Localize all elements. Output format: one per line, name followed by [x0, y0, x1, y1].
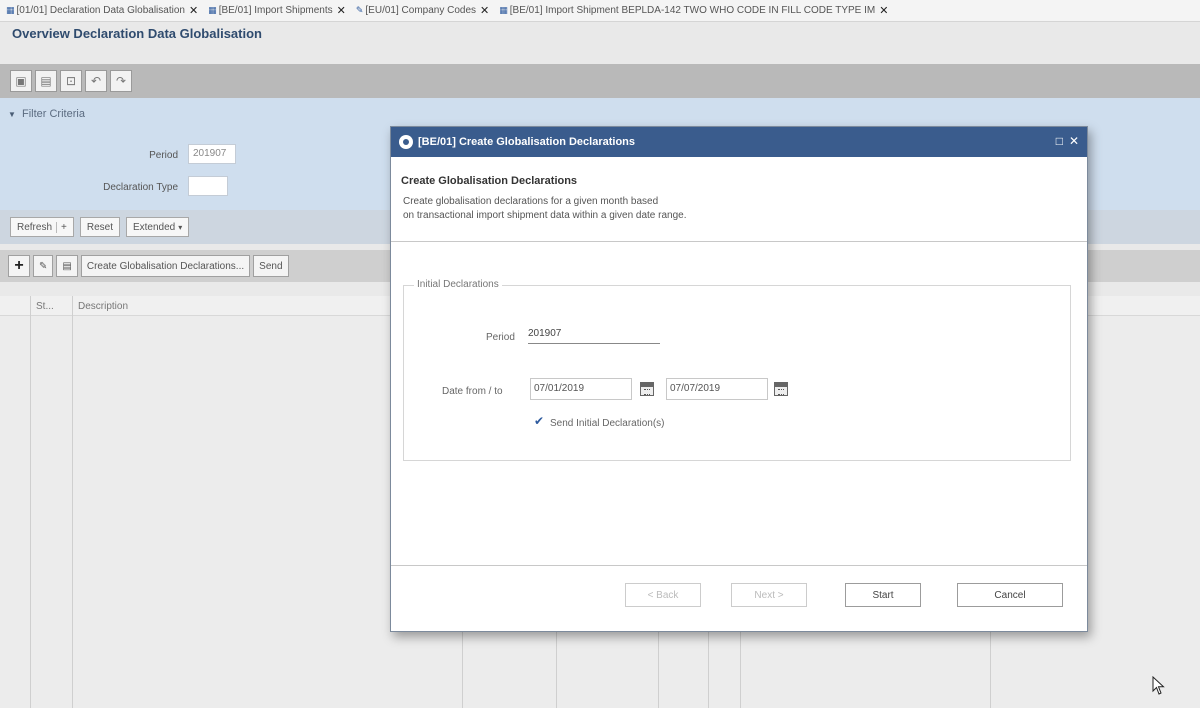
main-toolbar: ▣ ▤ ⊡ ↶ ↷ [0, 64, 1200, 98]
date-to-input[interactable]: 07/07/2019 [666, 378, 768, 400]
dialog-description-line: Create globalisation declarations for a … [403, 196, 659, 207]
back-button[interactable]: < Back [625, 583, 701, 607]
save-icon[interactable]: ▣ [10, 70, 32, 92]
create-globalisation-declarations-dialog: [BE/01] Create Globalisation Declaration… [390, 126, 1088, 632]
chevron-down-icon: ▾ [178, 222, 183, 232]
create-globalisation-declarations-button[interactable]: Create Globalisation Declarations... [80, 255, 251, 277]
dialog-description-line: on transactional import shipment data wi… [403, 210, 687, 221]
tab-declaration-data-globalisation[interactable]: ▦ [01/01] Declaration Data Globalisation… [6, 4, 198, 17]
calendar-icon[interactable] [774, 382, 788, 396]
initial-declarations-fieldset: Initial Declarations Period 201907 Date … [403, 279, 1071, 461]
export-icon[interactable]: ⊡ [60, 70, 82, 92]
divider [391, 565, 1087, 566]
redo-icon[interactable]: ↷ [110, 70, 132, 92]
tab-company-codes[interactable]: ✎ [EU/01] Company Codes ✕ [356, 4, 489, 17]
grid-column-divider [30, 296, 31, 708]
next-button[interactable]: Next > [731, 583, 807, 607]
app-logo-icon [399, 135, 413, 149]
extended-button[interactable]: Extended ▾ [125, 217, 190, 237]
reset-button[interactable]: Reset [79, 217, 120, 237]
calendar-icon[interactable] [640, 382, 654, 396]
start-button[interactable]: Start [845, 583, 921, 607]
page-title: Overview Declaration Data Globalisation [12, 26, 262, 41]
period-label: Period [486, 332, 515, 343]
view-icon[interactable]: ▤ [56, 255, 78, 277]
column-header-description[interactable]: Description [78, 301, 128, 312]
save-as-icon[interactable]: ▤ [35, 70, 57, 92]
close-icon[interactable]: ✕ [337, 4, 346, 17]
filter-period-label: Period [149, 150, 178, 161]
filter-declaration-type-label: Declaration Type [103, 182, 178, 193]
tab-app-icon: ▦ [6, 5, 15, 15]
send-initial-declarations-label[interactable]: Send Initial Declaration(s) [550, 418, 665, 429]
edit-icon[interactable]: ✎ [33, 255, 54, 277]
tab-strip: ▦ [01/01] Declaration Data Globalisation… [0, 0, 1200, 22]
grid-column-divider [72, 296, 73, 708]
refresh-toggle[interactable]: + [56, 221, 67, 233]
pencil-icon: ✎ [355, 5, 364, 15]
filter-declaration-type-field[interactable] [188, 176, 228, 196]
close-icon[interactable]: ✕ [189, 4, 198, 17]
tab-import-shipment-detail[interactable]: ▦ [BE/01] Import Shipment BEPLDA-142 TWO… [499, 4, 888, 17]
dialog-description: Create globalisation declarations for a … [403, 195, 687, 223]
fieldset-legend: Initial Declarations [414, 279, 502, 290]
send-button[interactable]: Send [253, 255, 289, 277]
close-icon[interactable]: ✕ [480, 4, 489, 17]
filter-header-label: Filter Criteria [21, 108, 85, 120]
extended-label: Extended [132, 221, 176, 233]
mouse-cursor-icon [1152, 676, 1165, 695]
checkbox-checked-icon[interactable]: ✔ [534, 414, 544, 428]
refresh-label: Refresh [17, 221, 53, 233]
collapse-triangle-icon: ▼ [8, 110, 16, 119]
filter-period-field[interactable]: 201907 [188, 144, 236, 164]
refresh-button[interactable]: Refresh + [10, 217, 74, 237]
restore-icon[interactable]: □ [1056, 134, 1063, 148]
dialog-titlebar[interactable]: [BE/01] Create Globalisation Declaration… [391, 127, 1087, 157]
tab-app-icon: ▦ [499, 5, 508, 15]
filter-header[interactable]: ▼ Filter Criteria [8, 108, 85, 120]
tab-app-icon: ▦ [208, 5, 217, 15]
column-header-status[interactable]: St... [36, 301, 54, 312]
dialog-title: [BE/01] Create Globalisation Declaration… [418, 136, 636, 148]
date-from-input[interactable]: 07/01/2019 [530, 378, 632, 400]
tab-label: [EU/01] Company Codes [365, 5, 477, 16]
close-icon[interactable]: ✕ [1069, 134, 1079, 148]
tab-label: [BE/01] Import Shipment BEPLDA-142 TWO W… [509, 5, 876, 16]
period-input[interactable]: 201907 [528, 326, 660, 344]
divider [391, 241, 1087, 242]
dialog-heading: Create Globalisation Declarations [401, 175, 578, 187]
date-range-label: Date from / to [442, 386, 503, 397]
tab-import-shipments[interactable]: ▦ [BE/01] Import Shipments ✕ [208, 4, 346, 17]
close-icon[interactable]: ✕ [879, 4, 888, 17]
cancel-button[interactable]: Cancel [957, 583, 1063, 607]
add-icon[interactable]: + [8, 255, 30, 277]
undo-icon[interactable]: ↶ [85, 70, 107, 92]
tab-label: [BE/01] Import Shipments [218, 5, 333, 16]
tab-label: [01/01] Declaration Data Globalisation [16, 5, 185, 16]
